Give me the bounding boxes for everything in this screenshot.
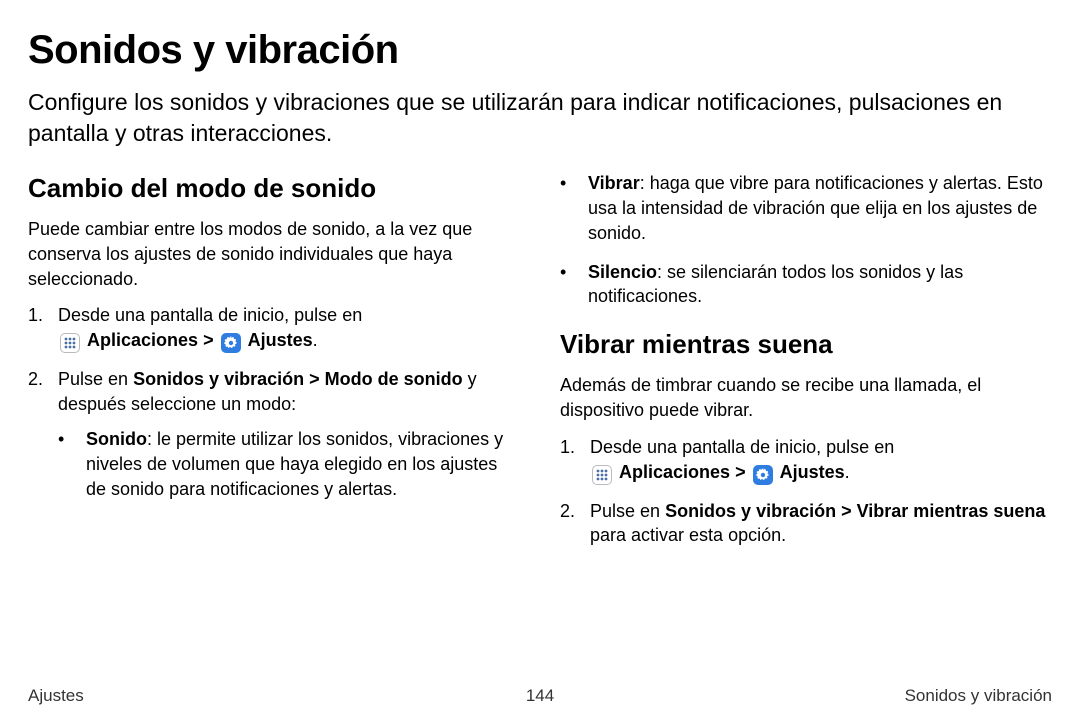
left-intro-para: Puede cambiar entre los modos de sonido,… [28,217,520,291]
left-column: Cambio del modo de sonido Puede cambiar … [28,171,520,562]
apps-icon [592,465,612,485]
left-step2-b: Sonidos y vibración > Modo de sonido [133,369,463,389]
mode-vibrar: Vibrar: haga que vibre para notificacion… [560,171,1052,245]
page-title: Sonidos y vibración [28,28,1052,73]
footer-page-number: 144 [526,686,554,706]
mode-sonido-rest: : le permite utilizar los sonidos, vibra… [86,429,503,499]
left-step1-text: Desde una pantalla de inicio, pulse en [58,305,362,325]
left-step1-sep: > [198,330,219,350]
heading-cambio-modo: Cambio del modo de sonido [28,171,520,207]
left-step-1: Desde una pantalla de inicio, pulse en A… [28,303,520,353]
mode-silencio-bold: Silencio [588,262,657,282]
mode-silencio: Silencio: se silenciarán todos los sonid… [560,260,1052,310]
mode-vibrar-rest: : haga que vibre para notificaciones y a… [588,173,1043,243]
right-step1-apps: Aplicaciones [619,462,730,482]
right-step2-b: Sonidos y vibración > Vibrar mientras su… [665,501,1045,521]
left-step-2: Pulse en Sonidos y vibración > Modo de s… [28,367,520,515]
right-column: Vibrar: haga que vibre para notificacion… [560,171,1052,562]
mode-sonido: Sonido: le permite utilizar los sonidos,… [58,427,520,501]
left-step1-period: . [313,330,318,350]
left-step1-apps: Aplicaciones [87,330,198,350]
right-step-1: Desde una pantalla de inicio, pulse en A… [560,435,1052,485]
content-columns: Cambio del modo de sonido Puede cambiar … [28,171,1052,562]
heading-vibrar-suena: Vibrar mientras suena [560,327,1052,363]
apps-icon [60,333,80,353]
right-intro-para: Además de timbrar cuando se recibe una l… [560,373,1052,423]
right-step1-sep: > [730,462,751,482]
right-step1-settings: Ajustes [780,462,845,482]
mode-vibrar-bold: Vibrar [588,173,640,193]
page-footer: Ajustes 144 Sonidos y vibración [28,686,1052,706]
right-step2-c: para activar esta opción. [590,525,786,545]
intro-text: Configure los sonidos y vibraciones que … [28,87,1048,149]
right-step1-period: . [845,462,850,482]
left-steps: Desde una pantalla de inicio, pulse en A… [28,303,520,515]
right-steps: Desde una pantalla de inicio, pulse en A… [560,435,1052,548]
mode-list-right: Vibrar: haga que vibre para notificacion… [560,171,1052,309]
settings-icon [221,333,241,353]
right-step2-a: Pulse en [590,501,665,521]
right-step1-text: Desde una pantalla de inicio, pulse en [590,437,894,457]
footer-left: Ajustes [28,686,84,706]
mode-list-left: Sonido: le permite utilizar los sonidos,… [58,427,520,501]
left-step2-a: Pulse en [58,369,133,389]
mode-sonido-bold: Sonido [86,429,147,449]
footer-right: Sonidos y vibración [905,686,1052,706]
right-step-2: Pulse en Sonidos y vibración > Vibrar mi… [560,499,1052,549]
settings-icon [753,465,773,485]
left-step1-settings: Ajustes [248,330,313,350]
